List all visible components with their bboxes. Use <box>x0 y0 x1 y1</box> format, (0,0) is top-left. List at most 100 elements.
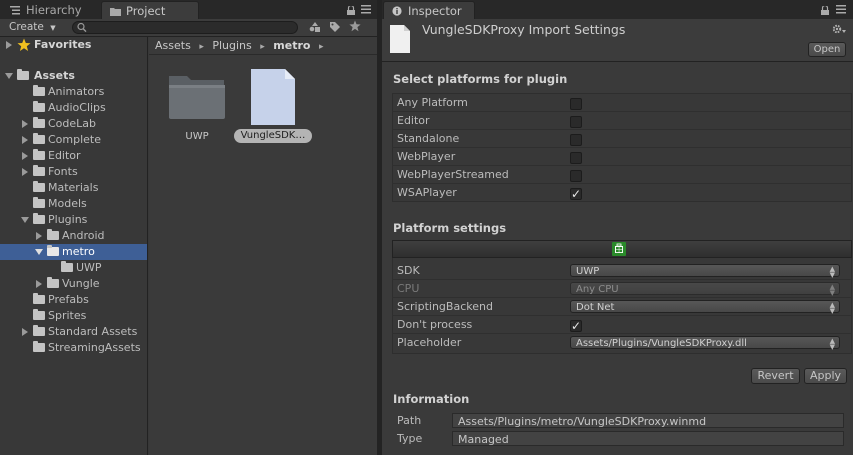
asset-item-uwp-folder[interactable]: UWP <box>166 70 228 150</box>
breadcrumb-plugins[interactable]: Plugins <box>212 39 251 52</box>
apply-button[interactable]: Apply <box>804 368 847 384</box>
platform-checkbox-wsaplayer[interactable] <box>570 185 582 203</box>
path-field[interactable]: Assets/Plugins/metro/VungleSDKProxy.winm… <box>452 413 844 428</box>
expand-arrow-icon <box>22 120 28 128</box>
tree-item-standard-assets[interactable]: Standard Assets <box>0 324 147 340</box>
platform-checkbox-standalone[interactable] <box>570 134 582 146</box>
dont-process-label: Don't process <box>397 318 473 331</box>
tree-item-label: Sprites <box>48 309 87 322</box>
type-row: Type Managed <box>392 430 852 448</box>
folder-icon <box>33 85 45 96</box>
assets-row[interactable]: Assets <box>0 68 147 84</box>
tab-menu-icon[interactable] <box>361 4 371 14</box>
gear-icon[interactable] <box>832 23 846 35</box>
expand-arrow-icon <box>21 217 29 223</box>
folder-icon <box>33 101 45 112</box>
tree-item-label: Editor <box>48 149 81 162</box>
tree-item-prefabs[interactable]: Prefabs <box>0 292 147 308</box>
tab-project[interactable]: Project <box>101 1 199 19</box>
asset-item-vunglesdk-file[interactable]: VungleSDK… <box>233 67 313 147</box>
create-dropdown[interactable]: Create ▼ <box>9 20 61 34</box>
expand-arrow-icon <box>22 152 28 160</box>
platform-checkbox-webplayer[interactable] <box>570 152 582 164</box>
updown-arrows-icon: ▲ ▼ <box>829 337 835 351</box>
tree-item-models[interactable]: Models <box>0 196 147 212</box>
windows-store-icon[interactable] <box>612 242 626 256</box>
scripting-backend-label: ScriptingBackend <box>397 300 493 313</box>
scripting-backend-value: Dot Net <box>576 302 615 313</box>
tree-item-label: Plugins <box>48 213 88 226</box>
tab-menu-icon[interactable] <box>836 4 846 14</box>
cpu-label: CPU <box>397 282 420 295</box>
tree-item-fonts[interactable]: Fonts <box>0 164 147 180</box>
asset-item-label: VungleSDK… <box>234 129 312 143</box>
tree-item-sprites[interactable]: Sprites <box>0 308 147 324</box>
assets-label: Assets <box>34 69 75 82</box>
placeholder-dropdown[interactable]: Assets/Plugins/VungleSDKProxy.dll ▲ ▼ <box>570 336 840 351</box>
tree-item-vungle[interactable]: Vungle <box>0 276 147 292</box>
tree-item-streamingassets[interactable]: StreamingAssets <box>0 340 147 356</box>
lock-icon[interactable] <box>347 4 355 15</box>
list-icon <box>10 2 20 15</box>
tree-item-label: Fonts <box>48 165 78 178</box>
platform-checkbox-webplayerstreamed[interactable] <box>570 170 582 182</box>
favorites-label: Favorites <box>34 38 92 51</box>
dont-process-checkbox[interactable] <box>570 317 582 335</box>
sdk-value: UWP <box>576 266 600 277</box>
favorites-row[interactable]: Favorites <box>0 37 147 53</box>
platform-checkbox-editor[interactable] <box>570 116 582 128</box>
tree-item-android[interactable]: Android <box>0 228 147 244</box>
tree-item-label: Models <box>48 197 87 210</box>
sdk-row: SDK UWP ▲ ▼ <box>392 262 852 280</box>
expand-arrow-icon <box>6 41 12 49</box>
open-button[interactable]: Open <box>808 42 846 57</box>
tree-item-complete[interactable]: Complete <box>0 132 147 148</box>
folder-icon <box>33 341 45 352</box>
tree-item-label: metro <box>62 245 95 258</box>
tree-item-plugins[interactable]: Plugins <box>0 212 147 228</box>
sdk-dropdown[interactable]: UWP ▲ ▼ <box>570 264 840 279</box>
tab-inspector[interactable]: Inspector <box>383 1 475 19</box>
filter-by-type-icon[interactable] <box>309 21 321 33</box>
lock-icon[interactable] <box>821 4 829 15</box>
type-field[interactable]: Managed <box>452 431 844 446</box>
platform-row-any: Any Platform <box>392 94 852 112</box>
tree-item-codelab[interactable]: CodeLab <box>0 116 147 132</box>
platform-label: WebPlayer <box>397 150 456 163</box>
tree-item-editor[interactable]: Editor <box>0 148 147 164</box>
tree-item-label: Standard Assets <box>48 325 138 338</box>
expand-arrow-icon <box>22 168 28 176</box>
breadcrumb-metro[interactable]: metro <box>273 39 310 52</box>
search-input[interactable] <box>72 21 298 34</box>
tree-item-uwp[interactable]: UWP <box>0 260 147 276</box>
expand-arrow-icon <box>36 280 42 288</box>
platform-checkbox-any[interactable] <box>570 98 582 110</box>
tree-item-label: Animators <box>48 85 105 98</box>
info-icon <box>392 3 402 16</box>
tree-item-label: UWP <box>76 261 102 274</box>
placeholder-row: Placeholder Assets/Plugins/VungleSDKProx… <box>392 334 852 352</box>
revert-button[interactable]: Revert <box>751 368 800 384</box>
tree-item-animators[interactable]: Animators <box>0 84 147 100</box>
tree-item-label: CodeLab <box>48 117 97 130</box>
asset-item-label: UWP <box>185 131 209 142</box>
filter-by-label-icon[interactable] <box>329 21 341 33</box>
tree-item-label: Android <box>62 229 105 242</box>
tree-item-audioclips[interactable]: AudioClips <box>0 100 147 116</box>
folder-icon <box>33 325 45 336</box>
file-icon <box>389 24 411 54</box>
breadcrumb: Assets ▸ Plugins ▸ metro ▸ <box>149 37 377 55</box>
breadcrumb-assets[interactable]: Assets <box>155 39 191 52</box>
tree-item-materials[interactable]: Materials <box>0 180 147 196</box>
updown-arrows-icon: ▲ ▼ <box>829 265 835 279</box>
scripting-backend-dropdown[interactable]: Dot Net ▲ ▼ <box>570 300 840 315</box>
folder-icon <box>33 213 45 224</box>
expand-arrow-icon <box>5 73 13 79</box>
placeholder-value: Assets/Plugins/VungleSDKProxy.dll <box>576 338 747 349</box>
platform-row-wsaplayer: WSAPlayer <box>392 184 852 203</box>
star-icon[interactable] <box>349 20 361 32</box>
tree-item-metro[interactable]: metro <box>0 244 147 260</box>
search-icon <box>77 22 87 36</box>
tab-hierarchy[interactable]: Hierarchy <box>2 1 90 19</box>
platform-label: WebPlayerStreamed <box>397 168 509 181</box>
